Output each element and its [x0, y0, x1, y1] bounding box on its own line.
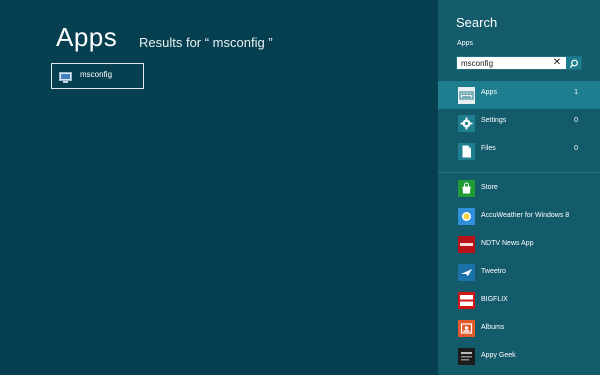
results-for-label: Results for “ msconfig ” — [139, 35, 273, 50]
result-tile-msconfig[interactable]: msconfig — [51, 63, 144, 89]
search-app-accuweather[interactable]: AccuWeather for Windows 8 — [438, 204, 600, 228]
search-app-tweetro[interactable]: Tweetro — [438, 260, 600, 284]
search-query-text[interactable]: msconfig — [461, 59, 493, 68]
category-label: Settings — [481, 117, 507, 124]
appy-geek-logo-icon — [458, 348, 475, 365]
results-area: Apps Results for “ msconfig ” msconfig — [0, 0, 438, 375]
search-app-ndtv[interactable]: NDTV News App — [438, 232, 600, 256]
search-pane: Search Apps msconfig ✕ Apps 1 Settings 0… — [438, 0, 600, 375]
category-count: 0 — [574, 145, 578, 152]
pane-divider — [438, 172, 600, 173]
app-label: Albums — [481, 324, 505, 331]
search-icon[interactable] — [566, 57, 581, 69]
gear-icon — [458, 115, 475, 132]
search-app-bigflix[interactable]: BIGFLIX — [438, 288, 600, 312]
result-label: msconfig — [80, 70, 113, 79]
app-label: Appy Geek — [481, 352, 516, 359]
app-label: BIGFLIX — [481, 296, 508, 303]
app-label: Tweetro — [481, 268, 506, 275]
photo-album-icon — [458, 320, 475, 337]
close-icon[interactable]: ✕ — [551, 57, 563, 69]
category-label: Apps — [481, 89, 497, 96]
search-category-apps[interactable]: Apps 1 — [438, 81, 600, 109]
store-bag-icon — [458, 180, 475, 197]
category-count: 1 — [574, 89, 578, 96]
search-app-appy-geek[interactable]: Appy Geek — [438, 344, 600, 368]
search-category-settings[interactable]: Settings 0 — [438, 109, 600, 137]
app-label: Store — [481, 184, 498, 191]
ndtv-logo-icon — [458, 236, 475, 253]
weather-sun-icon — [458, 208, 475, 225]
app-label: NDTV News App — [481, 240, 534, 247]
bigflix-logo-icon — [458, 292, 475, 309]
search-input[interactable]: msconfig ✕ — [456, 56, 582, 70]
document-icon — [458, 143, 475, 160]
search-pane-title: Search — [456, 15, 498, 30]
keyboard-icon — [458, 87, 475, 104]
app-label: AccuWeather for Windows 8 — [481, 212, 570, 219]
search-app-albums[interactable]: Albums — [438, 316, 600, 340]
search-category-files[interactable]: Files 0 — [438, 137, 600, 165]
category-count: 0 — [574, 117, 578, 124]
category-label: Files — [481, 145, 496, 152]
search-app-store[interactable]: Store — [438, 176, 600, 200]
page-title: Apps — [56, 22, 118, 52]
msconfig-computer-icon — [59, 70, 72, 83]
search-scope-label: Apps — [457, 40, 473, 47]
bird-icon — [458, 264, 475, 281]
